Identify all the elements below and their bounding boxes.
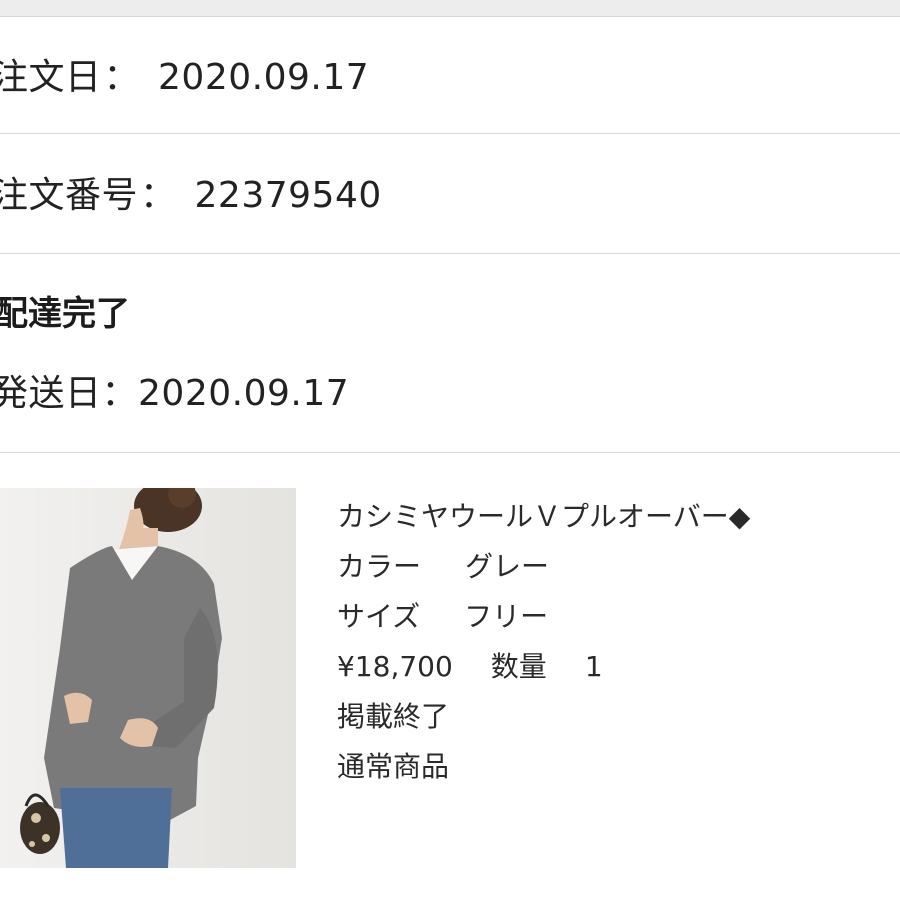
- delivery-status: 配達完了: [0, 294, 130, 334]
- ship-date-separator: ：: [101, 373, 139, 414]
- ship-date-row: 発送日：2020.09.17: [0, 366, 892, 422]
- size-label: サイズ: [337, 600, 421, 633]
- color-row: カラー グレー: [337, 542, 897, 592]
- top-bar: [0, 0, 900, 17]
- quantity-label: 数量: [490, 650, 547, 683]
- listing-status: 掲載終了: [337, 700, 450, 733]
- order-date-separator: ：: [103, 57, 141, 98]
- order-date-value: 2020.09.17: [158, 57, 370, 98]
- divider: [0, 253, 900, 254]
- color-value: グレー: [465, 550, 550, 583]
- item-type: 通常商品: [337, 750, 450, 783]
- ship-date-label: 発送日: [0, 373, 102, 414]
- divider: [0, 452, 900, 453]
- order-number-row: 注文番号： 22379540: [0, 168, 892, 224]
- order-number-value: 22379540: [194, 175, 382, 216]
- quantity-value: 1: [584, 650, 603, 683]
- size-row: サイズ フリー: [337, 592, 897, 642]
- order-number-separator: ：: [140, 175, 177, 216]
- divider: [0, 133, 900, 134]
- price-row: ¥18,700 数量 1: [337, 642, 897, 692]
- product-name[interactable]: カシミヤウールＶプルオーバー◆: [337, 492, 897, 542]
- order-number-label: 注文番号: [0, 175, 139, 216]
- product-photo-icon: [0, 488, 296, 868]
- ship-date-value: 2020.09.17: [138, 373, 350, 414]
- order-date-label: 注文日: [0, 57, 102, 98]
- color-label: カラー: [337, 550, 422, 583]
- size-value: フリー: [464, 600, 549, 633]
- product-details: カシミヤウールＶプルオーバー◆ カラー グレー サイズ フリー ¥18,700 数量 1…: [337, 492, 897, 792]
- order-date-row: 注文日： 2020.09.17: [0, 50, 892, 106]
- price: ¥18,700: [337, 650, 453, 683]
- product-image[interactable]: [0, 488, 296, 868]
